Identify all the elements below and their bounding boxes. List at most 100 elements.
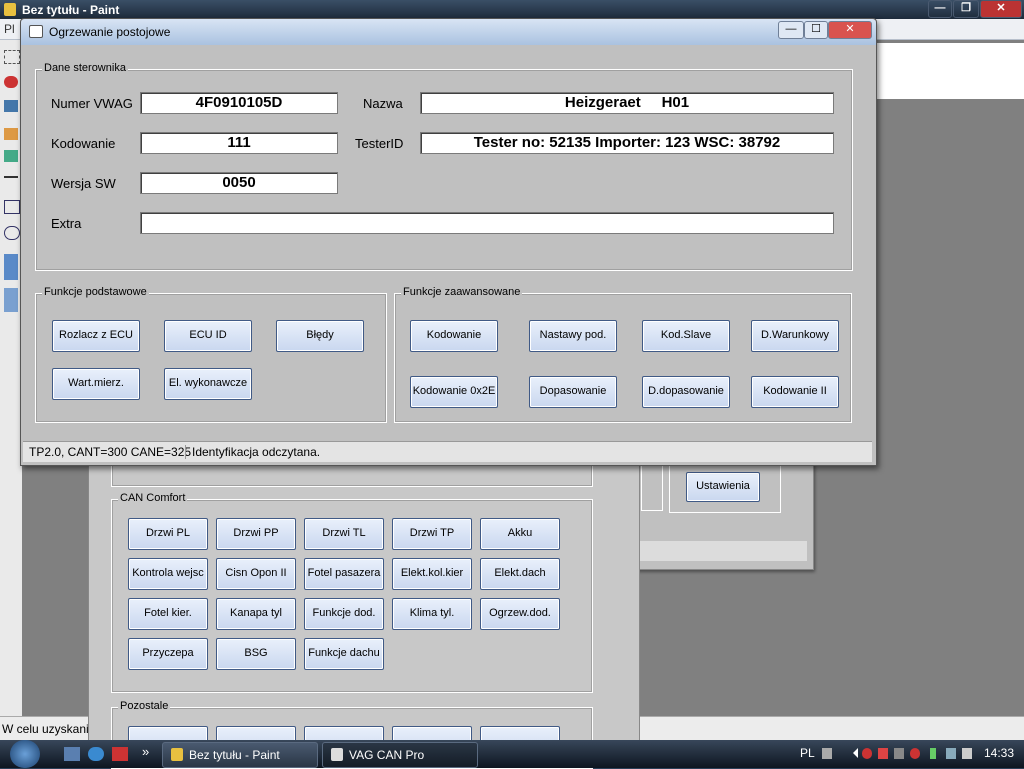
task-vag[interactable]: VAG CAN Pro xyxy=(322,742,478,768)
task-label: VAG CAN Pro xyxy=(349,748,425,762)
paint-app-icon xyxy=(4,3,16,16)
volume-icon[interactable] xyxy=(962,748,972,759)
kodowanie-button[interactable]: Kodowanie xyxy=(410,320,498,352)
dialog-title: Ogrzewanie postojowe xyxy=(49,25,171,39)
pencil-tool-icon[interactable] xyxy=(4,128,18,140)
can-comfort-button[interactable]: Drzwi TL xyxy=(304,518,384,550)
can-comfort-button[interactable]: Funkcje dod. xyxy=(304,598,384,630)
paint-title-bar[interactable]: Bez tytułu - Paint — ❐ ✕ xyxy=(0,0,1024,19)
can-comfort-button[interactable]: Drzwi PP xyxy=(216,518,296,550)
bledy-button[interactable]: Błędy xyxy=(276,320,364,352)
dane-sterownika-label: Dane sterownika xyxy=(42,62,128,74)
chevron-left-icon[interactable] xyxy=(848,748,858,758)
tray-app-icon[interactable] xyxy=(894,748,904,759)
can-comfort-button[interactable]: Drzwi PL xyxy=(128,518,208,550)
rectangle-tool-icon[interactable] xyxy=(4,200,20,214)
extra-field[interactable] xyxy=(140,212,834,234)
extra-label: Extra xyxy=(51,216,82,231)
nazwa-label: Nazwa xyxy=(363,96,403,111)
can-comfort-button[interactable]: Cisn Opon II xyxy=(216,558,296,590)
wersja-sw-label: Wersja SW xyxy=(51,176,116,191)
can-comfort-button[interactable]: Akku xyxy=(480,518,560,550)
can-comfort-button[interactable]: Ogrzew.dod. xyxy=(480,598,560,630)
start-button[interactable] xyxy=(10,740,40,768)
can-comfort-button[interactable]: Drzwi TP xyxy=(392,518,472,550)
can-comfort-button[interactable]: Elekt.dach xyxy=(480,558,560,590)
status-connection: TP2.0, CANT=300 CANE=325 xyxy=(29,445,192,459)
numer-vwag-field[interactable]: 4F0910105D xyxy=(140,92,338,114)
dialog-title-bar[interactable]: Ogrzewanie postojowe — ☐ ✕ xyxy=(21,19,876,45)
can-comfort-button[interactable]: Funkcje dachu xyxy=(304,638,384,670)
kodowanie-0x2e-button[interactable]: Kodowanie 0x2E xyxy=(410,376,498,408)
tray-app-icon[interactable] xyxy=(878,748,888,759)
ellipse-tool-icon[interactable] xyxy=(4,226,20,240)
task-paint[interactable]: Bez tytułu - Paint xyxy=(162,742,318,768)
can-comfort-button[interactable]: Fotel pasazera xyxy=(304,558,384,590)
d-dopasowanie-button[interactable]: D.dopasowanie xyxy=(642,376,730,408)
dane-sterownika-group: Dane sterownika Numer VWAG 4F0910105D Na… xyxy=(35,62,853,271)
wart-mierz-button[interactable]: Wart.mierz. xyxy=(52,368,140,400)
close-icon[interactable]: ✕ xyxy=(828,21,872,39)
funkcje-podstawowe-group: Funkcje podstawowe Rozlacz z ECU ECU ID Bł… xyxy=(35,286,387,423)
can-comfort-button[interactable]: Przyczepa xyxy=(128,638,208,670)
tray-app-icon[interactable] xyxy=(910,748,920,759)
ecu-id-button[interactable]: ECU ID xyxy=(164,320,252,352)
fill-tool-icon[interactable] xyxy=(4,100,18,112)
quicklaunch-more-icon[interactable]: » xyxy=(142,744,149,759)
battery-icon[interactable] xyxy=(930,748,936,759)
testerid-field[interactable]: Tester no: 52135 Importer: 123 WSC: 3879… xyxy=(420,132,834,154)
eraser-tool-icon[interactable] xyxy=(4,76,18,88)
internet-explorer-icon[interactable] xyxy=(88,747,104,761)
kodowanie-ii-button[interactable]: Kodowanie II xyxy=(751,376,839,408)
select-tool-icon[interactable] xyxy=(4,50,20,64)
dopasowanie-button[interactable]: Dopasowanie xyxy=(529,376,617,408)
pozostale-label: Pozostale xyxy=(118,700,171,712)
status-strip xyxy=(637,541,807,561)
rozlacz-button[interactable]: Rozlacz z ECU xyxy=(52,320,140,352)
paint-menu-item[interactable]: Pl xyxy=(4,22,15,36)
color-swatch-icon[interactable] xyxy=(4,288,18,312)
can-comfort-button[interactable]: BSG xyxy=(216,638,296,670)
numer-vwag-label: Numer VWAG xyxy=(51,96,133,111)
funkcje-zaawansowane-group: Funkcje zaawansowane Kodowanie Nastawy po… xyxy=(394,286,852,423)
keyboard-icon[interactable] xyxy=(822,748,832,759)
can-comfort-group: CAN Comfort Drzwi PL Drzwi PP Drzwi TL Drzw… xyxy=(111,492,593,693)
d-warunkowy-button[interactable]: D.Warunkowy xyxy=(751,320,839,352)
tray-app-icon[interactable] xyxy=(862,748,872,759)
minimize-icon[interactable]: — xyxy=(928,0,952,18)
maximize-icon[interactable]: ❐ xyxy=(953,0,979,18)
kodowanie-field[interactable]: 111 xyxy=(140,132,338,154)
dialog-status-bar: TP2.0, CANT=300 CANE=325 Identyfikacja o… xyxy=(23,441,872,462)
can-comfort-button[interactable]: Fotel kier. xyxy=(128,598,208,630)
language-indicator[interactable]: PL xyxy=(800,746,815,760)
paint-status-text: W celu uzyskani xyxy=(2,722,89,736)
minimize-icon[interactable]: — xyxy=(778,21,804,39)
funkcje-podstawowe-label: Funkcje podstawowe xyxy=(42,286,149,298)
funkcje-zaawansowane-label: Funkcje zaawansowane xyxy=(401,286,523,298)
nastawy-pod-button[interactable]: Nastawy pod. xyxy=(529,320,617,352)
can-comfort-label: CAN Comfort xyxy=(118,492,188,504)
network-icon[interactable] xyxy=(946,748,956,759)
kod-slave-button[interactable]: Kod.Slave xyxy=(642,320,730,352)
el-wykonawcze-button[interactable]: El. wykonawcze xyxy=(164,368,252,400)
dialog-app-icon xyxy=(29,25,43,38)
ustawienia-button[interactable]: Ustawienia xyxy=(686,472,760,502)
vag-secondary-window: Ustawienia xyxy=(636,450,814,570)
media-icon[interactable] xyxy=(112,747,128,761)
can-comfort-button[interactable]: Elekt.kol.kier xyxy=(392,558,472,590)
color-swatch-icon[interactable] xyxy=(4,254,18,280)
show-desktop-icon[interactable] xyxy=(64,747,80,761)
brush-tool-icon[interactable] xyxy=(4,150,18,162)
status-message: Identyfikacja odczytana. xyxy=(185,445,320,459)
can-comfort-button[interactable]: Klima tyl. xyxy=(392,598,472,630)
clock[interactable]: 14:33 xyxy=(984,746,1014,760)
paint-task-icon xyxy=(171,748,183,761)
can-comfort-button[interactable]: Kanapa tyl xyxy=(216,598,296,630)
ogrzewanie-dialog: Ogrzewanie postojowe — ☐ ✕ Dane sterowni… xyxy=(20,18,877,466)
can-comfort-button[interactable]: Kontrola wejsc xyxy=(128,558,208,590)
maximize-icon[interactable]: ☐ xyxy=(804,21,828,39)
wersja-sw-field[interactable]: 0050 xyxy=(140,172,338,194)
close-icon[interactable]: ✕ xyxy=(980,0,1022,18)
line-tool-icon[interactable] xyxy=(4,176,18,178)
nazwa-field[interactable]: Heizgeraet H01 xyxy=(420,92,834,114)
